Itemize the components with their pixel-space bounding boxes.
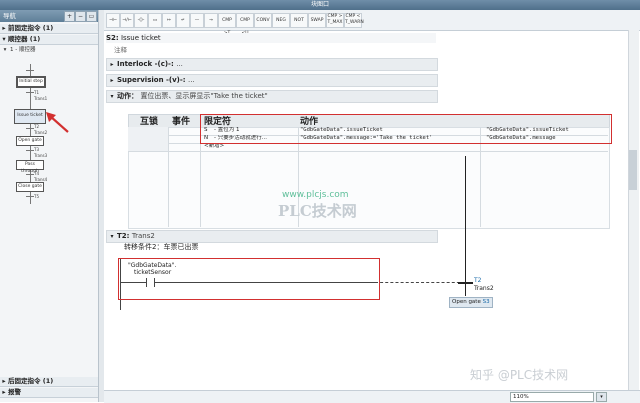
transition-marker	[26, 150, 34, 151]
chevron-right-icon: ▸	[110, 61, 114, 68]
actions-section[interactable]: ▾ 动作： 置位出票、显示屏显示"Take the ticket"	[106, 90, 438, 103]
navigator-panel: 导航 + − ▭ ▸ 前固定指令 (1) ▾ 顺控器 (1) ▾ 1 - 顺控器 In…	[0, 10, 99, 402]
scrollbar-thumb[interactable]	[629, 150, 637, 190]
transition-label-name: Trans2	[474, 285, 494, 292]
add-action-row[interactable]: <新增>	[204, 143, 224, 150]
vertical-scrollbar[interactable]	[628, 30, 639, 390]
transition-marker	[26, 92, 34, 93]
transition-marker	[26, 174, 34, 175]
red-arrow-icon	[46, 112, 69, 133]
highlight-box-transition	[118, 258, 380, 300]
mini-step-open-gate[interactable]: Open gate	[16, 136, 44, 146]
instruction-toolbar: ⊣⊢ ⊣/⊢ -()- ▭ ↦ ↵ — → CMP >T CMP <U CONV…	[104, 10, 640, 36]
nav-section-sequencer[interactable]: ▾ 顺控器 (1)	[0, 35, 98, 45]
row-header-cells	[128, 127, 168, 151]
chevron-right-icon: ▸	[2, 388, 6, 396]
supervision-section[interactable]: ▸ Supervision -(v)-: ...	[106, 74, 438, 87]
cmp-twarn-button[interactable]: CMP < T_WARN	[344, 13, 364, 28]
navigator-header: 导航 + − ▭	[0, 10, 98, 22]
zoom-dropdown-icon[interactable]: ▾	[596, 392, 607, 402]
zoom-out-icon[interactable]: −	[75, 11, 86, 22]
chevron-down-icon: ▾	[110, 233, 114, 240]
chevron-down-icon: ▾	[2, 35, 6, 43]
branch-close-icon[interactable]: ↵	[176, 13, 190, 28]
branch-open-icon[interactable]: ↦	[162, 13, 176, 28]
chevron-right-icon: ▸	[110, 77, 114, 84]
highlight-box-actions	[200, 114, 612, 144]
interlock-section[interactable]: ▸ Interlock -(c)-: ...	[106, 58, 438, 71]
window-title: 块图口	[310, 1, 329, 8]
swap-button[interactable]: SWAP	[308, 13, 326, 28]
cmp-lt-button[interactable]: CMP <U	[236, 13, 254, 36]
contact-no-icon[interactable]: ⊣⊢	[106, 13, 120, 28]
col-interlock: 互锁	[140, 117, 159, 127]
contact-nc-icon[interactable]: ⊣/⊢	[120, 13, 134, 28]
conv-button[interactable]: CONV	[254, 13, 272, 28]
nav-section-post-instructions[interactable]: ▸ 后固定指令 (1)	[0, 377, 98, 387]
step-name[interactable]: Issue ticket	[121, 34, 161, 42]
mini-step-pass-through[interactable]: Pass through	[16, 160, 44, 174]
chevron-down-icon: ▾	[3, 47, 7, 53]
transition-marker	[26, 196, 34, 197]
mini-transition-label: T3	[34, 147, 39, 152]
transition-marker	[26, 70, 34, 71]
mini-step-initial[interactable]: Initial step	[16, 76, 46, 88]
watermark-zhihu: 知乎 @PLC技术网	[470, 368, 569, 382]
transition-label-id: T2	[474, 277, 482, 284]
mini-transition-label: T4	[34, 171, 39, 176]
mini-transition-label: Trans1	[34, 96, 48, 101]
mini-step-issue-ticket[interactable]: Issue ticket	[14, 109, 46, 124]
arrow-icon[interactable]: →	[204, 13, 218, 28]
step-id: S2:	[106, 34, 119, 42]
zoom-in-icon[interactable]: +	[64, 11, 75, 22]
mini-transition-label: Trans3	[34, 153, 48, 158]
zoom-select[interactable]: 110%	[510, 392, 594, 402]
transition-bar[interactable]	[458, 282, 473, 284]
mini-transition-label: T5	[34, 194, 39, 199]
line-icon[interactable]: —	[190, 13, 204, 28]
neg-button[interactable]: NEG	[272, 13, 290, 28]
panel-splitter[interactable]	[99, 10, 104, 402]
transition-marker	[26, 128, 34, 129]
watermark-site: www.plcjs.com	[282, 190, 349, 200]
step-header: S2: Issue ticket	[106, 33, 436, 43]
transition-description[interactable]: 转移条件2：车票已出票	[124, 242, 198, 252]
chevron-right-icon: ▸	[2, 24, 6, 32]
col-divider	[168, 127, 169, 227]
watermark-brand: PLC技术网	[278, 202, 357, 220]
mini-transition-label: T1	[34, 90, 39, 95]
cmp-gt-button[interactable]: CMP >T	[218, 13, 236, 36]
nav-section-alarms[interactable]: ▸ 报警	[0, 388, 98, 398]
nav-sequence-item[interactable]: ▾ 1 - 顺控器	[0, 46, 98, 55]
cmp-tmax-button[interactable]: CMP > T_MAX	[326, 13, 344, 28]
window-title-bar: 块图口	[0, 0, 640, 10]
mini-transition-label: T2	[34, 124, 39, 129]
fit-view-icon[interactable]: ▭	[86, 11, 97, 22]
navigator-title: 导航	[3, 12, 16, 20]
chevron-right-icon: ▸	[2, 377, 6, 385]
not-button[interactable]: NOT	[290, 13, 308, 28]
ladder-wire-dashed	[375, 282, 465, 283]
sequence-vertical-line	[465, 156, 466, 296]
coil-icon[interactable]: -()-	[134, 13, 148, 28]
step-comment[interactable]: 注释	[114, 44, 127, 54]
box-icon[interactable]: ▭	[148, 13, 162, 28]
nav-section-pre-instructions[interactable]: ▸ 前固定指令 (1)	[0, 24, 98, 34]
next-step-link[interactable]: Open gate S3	[449, 297, 493, 308]
mini-step-close-gate[interactable]: Close gate	[16, 182, 44, 192]
chevron-down-icon: ▾	[110, 93, 114, 100]
col-event: 事件	[172, 117, 191, 127]
